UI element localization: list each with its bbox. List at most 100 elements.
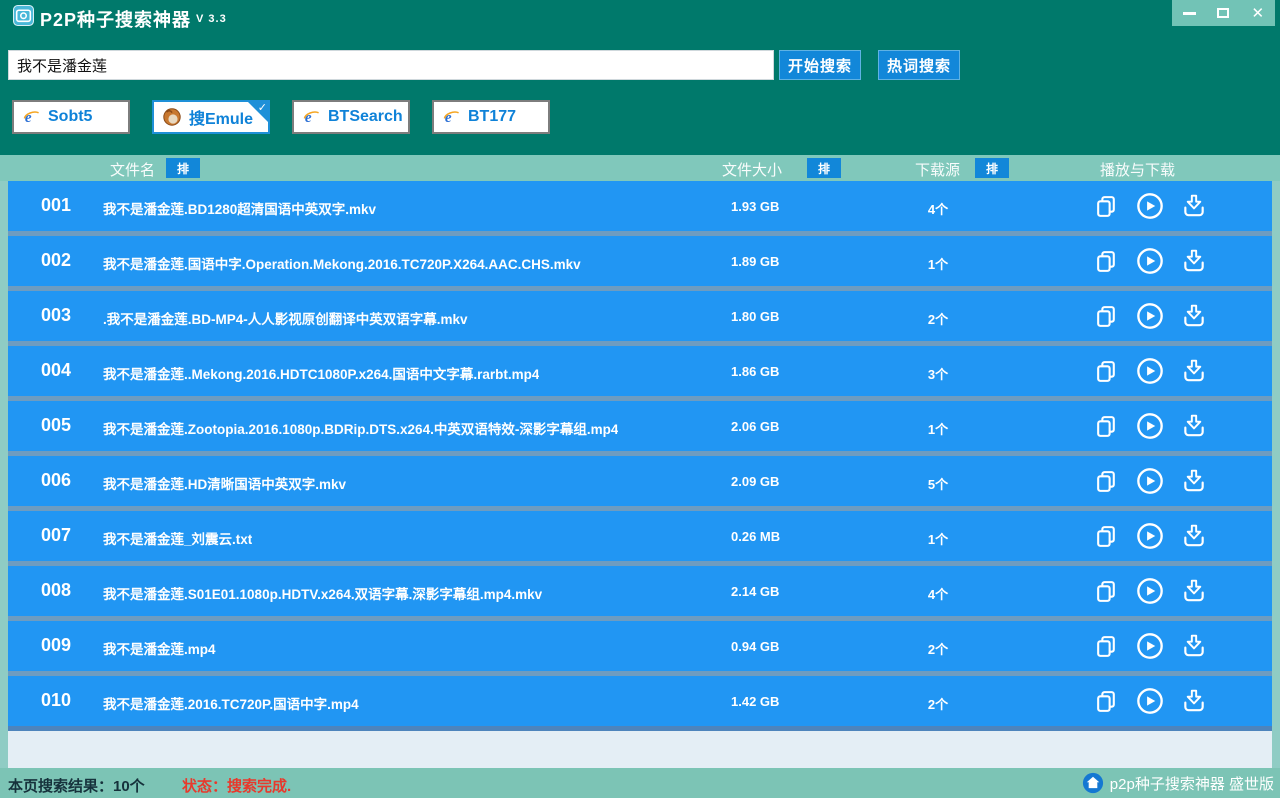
play-button[interactable]	[1136, 467, 1164, 495]
play-button[interactable]	[1136, 687, 1164, 715]
download-button[interactable]	[1181, 633, 1207, 659]
row-number: 001	[34, 195, 78, 216]
download-button[interactable]	[1181, 468, 1207, 494]
copy-icon	[1094, 634, 1119, 659]
play-button[interactable]	[1136, 522, 1164, 550]
start-search-button[interactable]: 开始搜索	[779, 50, 861, 80]
file-size: 1.86 GB	[731, 364, 779, 379]
minimize-icon	[1183, 12, 1196, 15]
row-actions	[1094, 522, 1207, 550]
copy-button[interactable]	[1094, 634, 1119, 659]
copy-button[interactable]	[1094, 469, 1119, 494]
sort-filesize-button[interactable]: 排	[807, 158, 841, 178]
search-status-label: 状态：搜索完成.	[182, 775, 291, 796]
download-icon	[1181, 688, 1207, 714]
column-sources-label: 下载源	[915, 159, 960, 180]
row-number: 010	[34, 690, 78, 711]
play-icon	[1136, 522, 1164, 550]
file-size: 1.42 GB	[731, 694, 779, 709]
ie-icon: e	[303, 109, 320, 126]
app-logo-icon	[13, 5, 34, 26]
copy-button[interactable]	[1094, 579, 1119, 604]
play-icon	[1136, 577, 1164, 605]
row-actions	[1094, 412, 1207, 440]
row-number: 004	[34, 360, 78, 381]
engine-tab-label: BTSearch	[328, 108, 403, 126]
row-actions	[1094, 192, 1207, 220]
copy-button[interactable]	[1094, 249, 1119, 274]
copy-button[interactable]	[1094, 304, 1119, 329]
play-button[interactable]	[1136, 632, 1164, 660]
download-button[interactable]	[1181, 688, 1207, 714]
result-row[interactable]: 003 .我不是潘金莲.BD-MP4-人人影视原创翻译中英双语字幕.mkv 1.…	[8, 291, 1272, 341]
app-version: V 3.3	[196, 13, 227, 25]
copy-button[interactable]	[1094, 689, 1119, 714]
row-number: 009	[34, 635, 78, 656]
play-button[interactable]	[1136, 577, 1164, 605]
download-icon	[1181, 358, 1207, 384]
result-row[interactable]: 010 我不是潘金莲.2016.TC720P.国语中字.mp4 1.42 GB …	[8, 676, 1272, 726]
sort-filename-button[interactable]: 排	[166, 158, 200, 178]
row-number: 007	[34, 525, 78, 546]
source-count: 1个	[906, 254, 970, 273]
play-icon	[1136, 192, 1164, 220]
result-row[interactable]: 008 我不是潘金莲.S01E01.1080p.HDTV.x264.双语字幕.深…	[8, 566, 1272, 616]
download-icon	[1181, 633, 1207, 659]
copy-icon	[1094, 689, 1119, 714]
download-button[interactable]	[1181, 248, 1207, 274]
play-icon	[1136, 247, 1164, 275]
result-row[interactable]: 005 我不是潘金莲.Zootopia.2016.1080p.BDRip.DTS…	[8, 401, 1272, 451]
file-size: 1.93 GB	[731, 199, 779, 214]
sort-sources-button[interactable]: 排	[975, 158, 1009, 178]
play-icon	[1136, 302, 1164, 330]
result-row[interactable]: 004 我不是潘金莲..Mekong.2016.HDTC1080P.x264.国…	[8, 346, 1272, 396]
result-rows: 001 我不是潘金莲.BD1280超清国语中英双字.mkv 1.93 GB 4个	[8, 181, 1272, 726]
search-input[interactable]	[8, 50, 774, 80]
copy-button[interactable]	[1094, 359, 1119, 384]
engine-tab-bt177[interactable]: e BT177	[432, 100, 550, 134]
file-name: 我不是潘金莲.国语中字.Operation.Mekong.2016.TC720P…	[103, 253, 581, 273]
play-button[interactable]	[1136, 357, 1164, 385]
result-row[interactable]: 002 我不是潘金莲.国语中字.Operation.Mekong.2016.TC…	[8, 236, 1272, 286]
engine-tab-label: Sobt5	[48, 108, 92, 126]
file-size: 2.06 GB	[731, 419, 779, 434]
maximize-button[interactable]	[1209, 2, 1237, 24]
copy-button[interactable]	[1094, 524, 1119, 549]
download-button[interactable]	[1181, 523, 1207, 549]
close-button[interactable]: ✕	[1244, 2, 1272, 24]
row-actions	[1094, 687, 1207, 715]
result-row[interactable]: 009 我不是潘金莲.mp4 0.94 GB 2个	[8, 621, 1272, 671]
play-button[interactable]	[1136, 192, 1164, 220]
file-size: 1.89 GB	[731, 254, 779, 269]
copy-button[interactable]	[1094, 414, 1119, 439]
result-row[interactable]: 006 我不是潘金莲.HD清晰国语中英双字.mkv 2.09 GB 5个	[8, 456, 1272, 506]
app-window: P2P种子搜索神器V 3.3 ✕ 开始搜索 热词搜索 e Sobt5 搜Emul…	[0, 0, 1280, 798]
source-count: 1个	[906, 419, 970, 438]
results-count-label: 本页搜索结果：10个	[8, 775, 145, 796]
play-icon	[1136, 632, 1164, 660]
download-button[interactable]	[1181, 358, 1207, 384]
download-button[interactable]	[1181, 193, 1207, 219]
download-button[interactable]	[1181, 303, 1207, 329]
source-count: 5个	[906, 474, 970, 493]
file-name: 我不是潘金莲_刘震云.txt	[103, 528, 252, 548]
play-button[interactable]	[1136, 247, 1164, 275]
file-name: 我不是潘金莲.mp4	[103, 638, 216, 658]
hotwords-search-button[interactable]: 热词搜索	[878, 50, 960, 80]
file-size: 2.09 GB	[731, 474, 779, 489]
engine-tab-emule[interactable]: 搜Emule ✓	[152, 100, 270, 134]
list-empty-area	[8, 731, 1272, 768]
copy-button[interactable]	[1094, 194, 1119, 219]
result-row[interactable]: 007 我不是潘金莲_刘震云.txt 0.26 MB 1个	[8, 511, 1272, 561]
engine-tab-btsearch[interactable]: e BTSearch	[292, 100, 410, 134]
download-button[interactable]	[1181, 413, 1207, 439]
row-number: 002	[34, 250, 78, 271]
result-row[interactable]: 001 我不是潘金莲.BD1280超清国语中英双字.mkv 1.93 GB 4个	[8, 181, 1272, 231]
engine-tab-sobt5[interactable]: e Sobt5	[12, 100, 130, 134]
play-button[interactable]	[1136, 302, 1164, 330]
selected-check-icon: ✓	[258, 101, 267, 114]
play-button[interactable]	[1136, 412, 1164, 440]
minimize-button[interactable]	[1175, 2, 1203, 24]
column-filename-label: 文件名	[110, 159, 155, 180]
download-button[interactable]	[1181, 578, 1207, 604]
